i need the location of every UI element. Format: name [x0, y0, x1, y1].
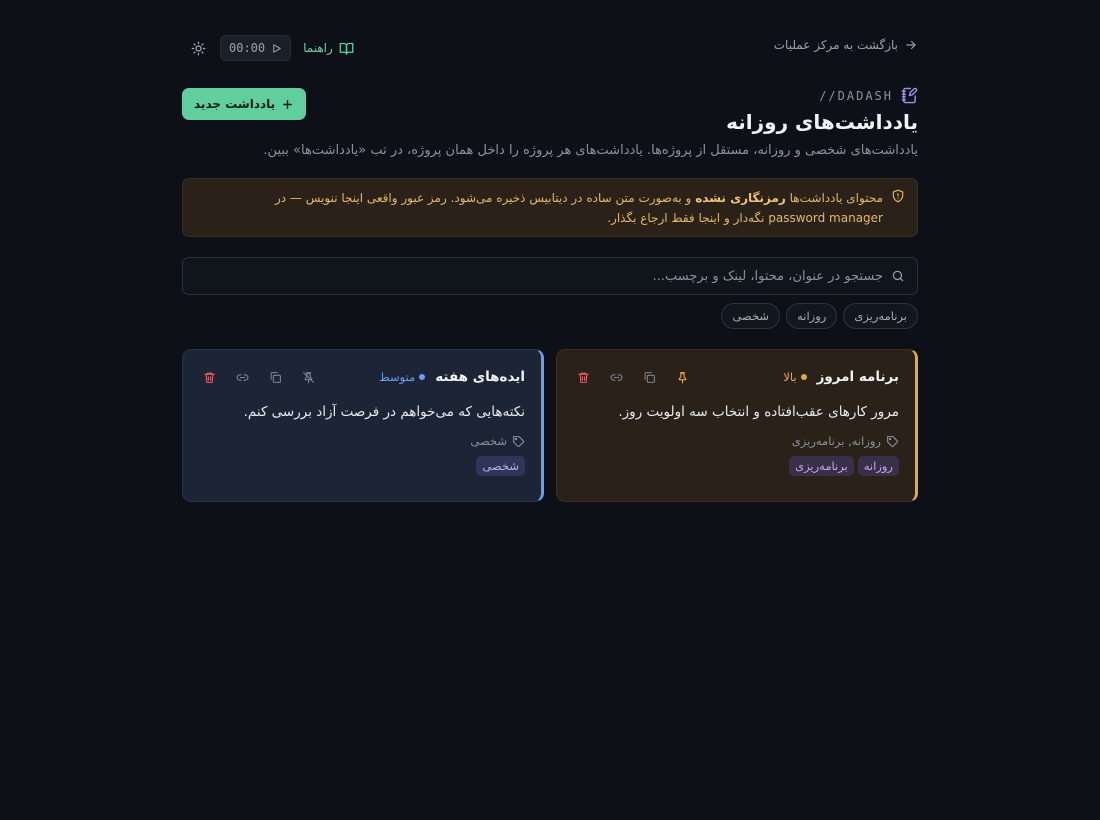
- page-subtitle: یادداشت‌های شخصی و روزانه، مستقل از پروژ…: [263, 143, 918, 158]
- copy-button[interactable]: [265, 367, 286, 388]
- warning-emphasis: رمزنگاری نشده: [695, 191, 786, 205]
- note-actions: [199, 367, 319, 388]
- brand: //DADASH: [819, 87, 918, 104]
- tag-filter-planning[interactable]: برنامه‌ریزی: [843, 303, 918, 329]
- search-box: [182, 257, 918, 295]
- note-tag-pills: شخصی: [199, 456, 525, 476]
- note-card[interactable]: برنامه امروز بالا: [556, 349, 918, 502]
- book-open-icon: [339, 41, 354, 56]
- pin-button[interactable]: [672, 367, 693, 388]
- timer-button[interactable]: 00:00: [220, 35, 292, 61]
- encryption-warning: محتوای یادداشت‌ها رمزنگاری نشده و به‌صور…: [182, 178, 918, 237]
- note-tags-text: شخصی: [470, 434, 507, 448]
- guide-link[interactable]: راهنما: [303, 41, 354, 56]
- note-title-group: ایده‌های هفته متوسط: [379, 369, 525, 385]
- note-body: نکته‌هایی که می‌خواهم در فرصت آزاد بررسی…: [243, 404, 525, 420]
- search-input[interactable]: [195, 268, 883, 284]
- priority-badge: بالا: [783, 370, 807, 384]
- note-card-header: ایده‌های هفته متوسط: [199, 364, 525, 390]
- guide-label: راهنما: [303, 41, 333, 55]
- pin-icon: [676, 371, 689, 384]
- copy-icon: [269, 371, 282, 384]
- play-icon: [271, 43, 282, 54]
- notes-page: بازگشت به مرکز عملیات 00:00 راهنما //DAD…: [0, 0, 1100, 820]
- note-body: مرور کارهای عقب‌افتاده و انتخاب سه اولوی…: [618, 404, 899, 420]
- copy-icon: [643, 371, 656, 384]
- notebook-pen-icon: [901, 87, 918, 104]
- tag-filter-daily[interactable]: روزانه: [786, 303, 838, 329]
- link-icon: [610, 371, 623, 384]
- priority-dot: [419, 374, 426, 380]
- link-icon: [236, 371, 249, 384]
- note-title: ایده‌های هفته: [435, 369, 525, 385]
- page-title: یادداشت‌های روزانه: [726, 110, 918, 134]
- note-tags-line: روزانه, برنامه‌ریزی: [573, 434, 899, 448]
- timer-value: 00:00: [229, 41, 266, 55]
- delete-button[interactable]: [199, 367, 220, 388]
- pin-off-icon: [302, 371, 315, 384]
- tag-filters: برنامه‌ریزی روزانه شخصی: [721, 303, 918, 329]
- arrow-right-icon: [904, 38, 918, 52]
- trash-icon: [577, 371, 590, 384]
- shield-alert-icon: [891, 189, 905, 203]
- copy-button[interactable]: [639, 367, 660, 388]
- note-actions: [573, 367, 693, 388]
- back-link-label: بازگشت به مرکز عملیات: [773, 38, 898, 52]
- link-button[interactable]: [606, 367, 627, 388]
- note-tag-pills: روزانه برنامه‌ریزی: [573, 456, 899, 476]
- priority-label: متوسط: [379, 370, 416, 384]
- note-title: برنامه امروز: [816, 369, 899, 385]
- new-note-button[interactable]: یادداشت جدید: [182, 88, 307, 120]
- unpin-button[interactable]: [298, 367, 319, 388]
- note-tag-pill[interactable]: روزانه: [857, 456, 899, 476]
- note-tag-pill[interactable]: برنامه‌ریزی: [789, 456, 854, 476]
- link-button[interactable]: [232, 367, 253, 388]
- trash-icon: [203, 371, 216, 384]
- plus-icon: [281, 98, 294, 111]
- new-note-label: یادداشت جدید: [194, 97, 276, 111]
- note-tags-line: شخصی: [199, 434, 525, 448]
- back-to-ops-link[interactable]: بازگشت به مرکز عملیات: [774, 38, 918, 52]
- note-title-group: برنامه امروز بالا: [783, 369, 899, 385]
- tag-icon: [512, 435, 525, 448]
- note-card[interactable]: ایده‌های هفته متوسط: [182, 349, 544, 502]
- priority-label: بالا: [783, 370, 797, 384]
- warning-text: محتوای یادداشت‌ها رمزنگاری نشده و به‌صور…: [215, 188, 883, 228]
- tag-filter-personal[interactable]: شخصی: [721, 303, 781, 329]
- priority-dot: [800, 374, 807, 380]
- toolbar: 00:00 راهنما: [186, 35, 354, 61]
- sun-icon: [191, 41, 206, 56]
- note-tags-text: روزانه, برنامه‌ریزی: [791, 434, 881, 448]
- note-tag-pill[interactable]: شخصی: [476, 456, 525, 476]
- brand-text: //DADASH: [819, 88, 893, 103]
- priority-badge: متوسط: [379, 370, 426, 384]
- note-card-header: برنامه امروز بالا: [573, 364, 899, 390]
- delete-button[interactable]: [573, 367, 594, 388]
- theme-toggle-button[interactable]: [186, 36, 210, 60]
- warning-prefix: محتوای یادداشت‌ها: [789, 191, 883, 205]
- search-icon: [891, 269, 905, 283]
- tag-icon: [886, 435, 899, 448]
